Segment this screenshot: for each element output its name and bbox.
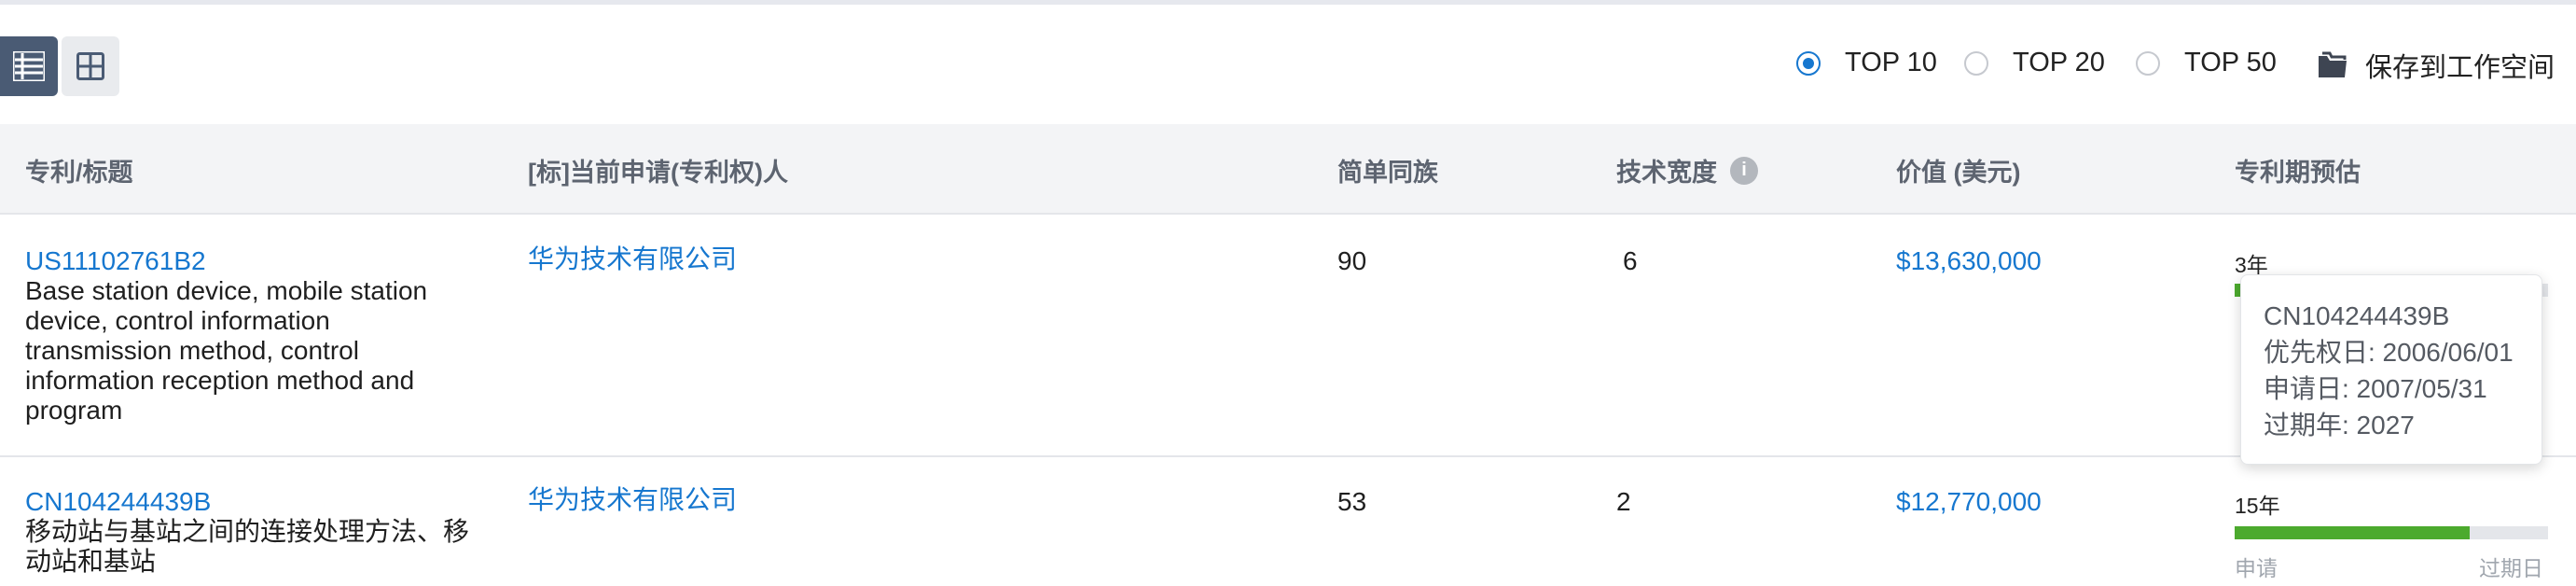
info-icon[interactable]: i xyxy=(1730,156,1758,185)
radio-indicator xyxy=(2136,50,2160,76)
term-progress-fill xyxy=(2235,526,2470,539)
folder-icon xyxy=(2319,51,2347,77)
patent-number-link[interactable]: US11102761B2 xyxy=(25,246,206,276)
table-header: 专利/标题 [标]当前申请(专利权)人 简单同族 技术宽度 i 价值 (美元) … xyxy=(0,124,2576,215)
term-years: 15年 xyxy=(2235,494,2280,518)
table-row: US11102761B2 Base station device, mobile… xyxy=(0,215,2576,457)
top50-label: TOP 50 xyxy=(2184,48,2277,77)
tooltip-priority-date: 优先权日: 2006/06/01 xyxy=(2264,338,2514,367)
patent-title: Base station device, mobile station devi… xyxy=(25,276,428,425)
applicant-link[interactable]: 华为技术有限公司 xyxy=(528,244,737,274)
top10-radio[interactable]: TOP 10 xyxy=(1796,48,1937,78)
tooltip-expiry-year: 过期年: 2027 xyxy=(2264,411,2415,440)
term-progress-bar[interactable] xyxy=(2235,526,2548,539)
header-term[interactable]: 专利期预估 xyxy=(2235,152,2361,188)
radio-selected-indicator xyxy=(1796,50,1821,76)
top10-label: TOP 10 xyxy=(1845,48,1937,77)
tech-breadth-value: 2 xyxy=(1616,487,1631,516)
top50-radio[interactable]: TOP 50 xyxy=(2136,48,2277,78)
toolbar: TOP 10 TOP 20 TOP 50 保存到工作空间 xyxy=(0,5,2576,124)
grid-view-icon xyxy=(76,52,104,80)
header-family[interactable]: 简单同族 xyxy=(1337,152,1438,188)
applicant-link[interactable]: 华为技术有限公司 xyxy=(528,485,737,515)
top20-label: TOP 20 xyxy=(2013,48,2105,77)
patent-title: 移动站与基站之间的连接处理方法、移动站和基站 xyxy=(25,517,470,576)
grid-view-button[interactable] xyxy=(62,36,119,96)
tech-breadth-value: 6 xyxy=(1623,246,1638,275)
family-count: 90 xyxy=(1337,246,1367,275)
list-view-button[interactable] xyxy=(0,36,58,96)
bar-start-label: 申请 xyxy=(2235,556,2278,580)
top20-radio[interactable]: TOP 20 xyxy=(1964,48,2105,78)
value-link[interactable]: $12,770,000 xyxy=(1896,487,2042,517)
tooltip-patent-number: CN104244439B xyxy=(2264,301,2450,330)
table-row: CN104244439B 移动站与基站之间的连接处理方法、移动站和基站 华为技术… xyxy=(0,457,2576,586)
header-value[interactable]: 价值 (美元) xyxy=(1896,152,2020,188)
header-applicant[interactable]: [标]当前申请(专利权)人 xyxy=(528,152,788,188)
header-tech-breadth[interactable]: 技术宽度 i xyxy=(1616,152,1758,188)
patent-number-link[interactable]: CN104244439B xyxy=(25,487,211,517)
list-view-icon xyxy=(13,51,45,81)
value-link[interactable]: $13,630,000 xyxy=(1896,246,2042,276)
tooltip-filing-date: 申请日: 2007/05/31 xyxy=(2264,374,2487,403)
radio-indicator xyxy=(1964,50,1988,76)
family-count: 53 xyxy=(1337,487,1367,516)
header-tech-breadth-label: 技术宽度 xyxy=(1616,159,1717,187)
bar-end-label: 过期日 xyxy=(2479,556,2543,580)
save-to-workspace-button[interactable]: 保存到工作空间 xyxy=(2317,46,2555,85)
save-label: 保存到工作空间 xyxy=(2365,53,2555,83)
header-patent-title[interactable]: 专利/标题 xyxy=(25,152,133,188)
patent-tooltip: CN104244439B 优先权日: 2006/06/01 申请日: 2007/… xyxy=(2240,274,2542,465)
